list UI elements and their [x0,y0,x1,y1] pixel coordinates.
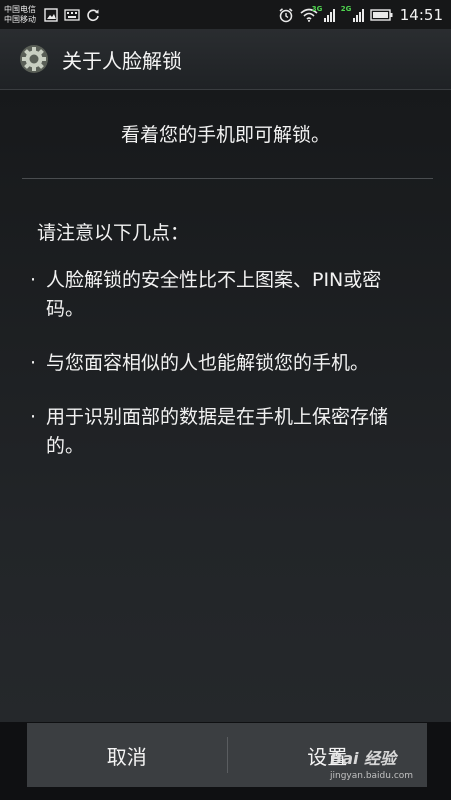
carrier-1: 中国电信 [4,4,36,14]
bullet: · [30,406,37,428]
keyboard-icon [64,8,80,21]
gear-icon [20,45,48,73]
list-item: · 与您面容相似的人也能解锁您的手机。 [30,349,410,378]
list-item: · 人脸解锁的安全性比不上图案、PIN或密码。 [30,266,410,324]
list-item-text: 用于识别面部的数据是在手机上保密存储的。 [46,406,389,457]
notice-list: · 人脸解锁的安全性比不上图案、PIN或密码。 · 与您面容相似的人也能解锁您的… [30,266,410,486]
watermark-url: jingyan.baidu.com [330,771,414,781]
list-item-text: 与您面容相似的人也能解锁您的手机。 [46,352,370,374]
net-type-2: 2G [340,4,352,13]
image-icon [44,7,58,22]
face-unlock-info: 看着您的手机即可解锁。 请注意以下几点： · 人脸解锁的安全性比不上图案、PIN… [0,90,451,722]
action-bar: 关于人脸解锁 [0,29,451,90]
alarm-icon [279,7,293,22]
status-bar: 中国电信 中国移动 3G 2G 14:51 [0,0,451,29]
signal-icon-2: 2G [341,5,364,22]
list-item-text: 人脸解锁的安全性比不上图案、PIN或密码。 [46,269,382,320]
watermark-logo: Bai 经验 [330,749,397,768]
bullet: · [30,352,37,374]
sync-icon [87,8,99,21]
page-title: 关于人脸解锁 [62,48,182,73]
headline-text: 看着您的手机即可解锁。 [120,124,330,146]
clock: 14:51 [399,5,443,24]
net-type-1: 3G [311,4,323,13]
bullet: · [30,269,37,291]
signal-icon-1: 3G [312,5,335,22]
battery-icon [370,8,393,21]
cancel-button[interactable]: 取消 [27,723,227,787]
carrier-labels: 中国电信 中国移动 [0,5,36,25]
divider [22,178,433,179]
intro-text: 请注意以下几点： [37,222,190,244]
watermark: Bai 经验 jingyan.baidu.com [330,745,448,795]
list-item: · 用于识别面部的数据是在手机上保密存储的。 [30,403,410,461]
carrier-2: 中国移动 [4,14,36,24]
